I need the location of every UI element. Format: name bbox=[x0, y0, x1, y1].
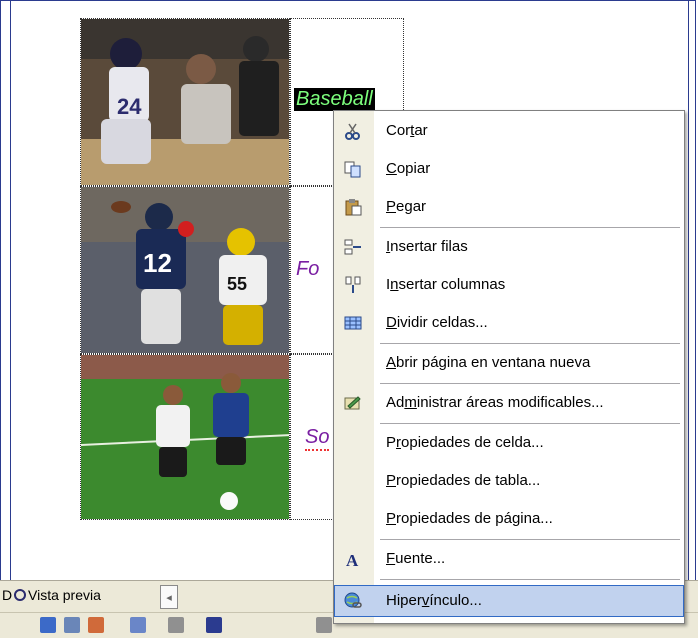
menu-item-insertar-columnas[interactable]: Insertar columnas bbox=[334, 271, 684, 299]
menu-separator bbox=[380, 579, 680, 580]
soccer-image[interactable] bbox=[80, 354, 290, 520]
toolbar-tool-icon[interactable] bbox=[40, 617, 56, 633]
football-label[interactable]: Fo bbox=[296, 258, 319, 281]
editable-areas-icon bbox=[344, 396, 361, 410]
baseball-label[interactable]: Baseball bbox=[294, 88, 375, 111]
menu-item-administrar-areas[interactable]: Administrar áreas modificables... bbox=[334, 389, 684, 417]
menu-item-propiedades-celda[interactable]: Propiedades de celda... bbox=[334, 429, 684, 457]
menu-item-label: Dividir celdas... bbox=[386, 314, 488, 331]
toolbar-tool-icon[interactable] bbox=[316, 617, 332, 633]
magnifier-icon bbox=[14, 589, 26, 601]
tab-prefix[interactable]: D bbox=[2, 587, 12, 603]
menu-item-abrir-pagina[interactable]: Abrir página en ventana nueva bbox=[334, 349, 684, 377]
menu-item-label: Insertar filas bbox=[386, 238, 468, 255]
football-image[interactable]: 12 55 bbox=[80, 186, 290, 354]
menu-separator bbox=[380, 423, 680, 424]
insert-columns-icon bbox=[345, 276, 361, 293]
menu-item-label: Propiedades de página... bbox=[386, 510, 553, 527]
toolbar-tool-icon[interactable] bbox=[168, 617, 184, 633]
paste-icon bbox=[345, 199, 362, 216]
editor-left-border bbox=[10, 0, 11, 580]
menu-separator bbox=[380, 343, 680, 344]
menu-item-label: Copiar bbox=[386, 160, 431, 177]
menu-item-label: Hipervínculo... bbox=[386, 592, 482, 609]
menu-item-hipervinculo[interactable]: Hipervínculo... bbox=[334, 585, 684, 617]
menu-item-fuente[interactable]: A Fuente... bbox=[334, 545, 684, 573]
toolbar-tool-icon[interactable] bbox=[206, 617, 222, 633]
menu-item-dividir-celdas[interactable]: Dividir celdas... bbox=[334, 309, 684, 337]
menu-item-insertar-filas[interactable]: Insertar filas bbox=[334, 233, 684, 261]
svg-text:55: 55 bbox=[227, 274, 247, 294]
menu-item-label: Abrir página en ventana nueva bbox=[386, 354, 591, 371]
svg-text:A: A bbox=[346, 551, 359, 568]
toolbar-tool-icon[interactable] bbox=[130, 617, 146, 633]
baseball-photo: 24 bbox=[81, 19, 289, 185]
context-menu: Cortar Copiar Pegar Insertar filas Inser… bbox=[333, 110, 685, 624]
tab-preview-label: Vista previa bbox=[28, 587, 101, 603]
soccer-photo bbox=[81, 355, 289, 519]
toolbar-tool-icon[interactable] bbox=[64, 617, 80, 633]
menu-item-label: Pegar bbox=[386, 198, 427, 215]
scroll-left-button[interactable]: ◂ bbox=[160, 585, 178, 609]
menu-item-cortar[interactable]: Cortar bbox=[334, 117, 684, 145]
menu-item-label: Insertar columnas bbox=[386, 276, 506, 293]
menu-item-pegar[interactable]: Pegar bbox=[334, 193, 684, 221]
menu-item-label: Fuente... bbox=[386, 550, 446, 567]
tab-preview[interactable]: Vista previa bbox=[14, 587, 101, 603]
menu-item-label: Administrar áreas modificables... bbox=[386, 394, 604, 411]
menu-item-label: Cortar bbox=[386, 122, 428, 139]
menu-separator bbox=[380, 539, 680, 540]
copy-icon bbox=[344, 161, 361, 178]
baseball-image[interactable]: 24 bbox=[80, 18, 290, 186]
font-icon: A bbox=[346, 551, 359, 568]
split-cells-icon bbox=[344, 316, 362, 330]
menu-separator bbox=[380, 383, 680, 384]
menu-item-copiar[interactable]: Copiar bbox=[334, 155, 684, 183]
insert-rows-icon bbox=[344, 239, 361, 255]
soccer-label[interactable]: So bbox=[305, 426, 330, 451]
editor-right-border bbox=[688, 0, 689, 580]
scissors-icon bbox=[345, 123, 360, 140]
football-photo: 12 55 bbox=[81, 187, 289, 353]
menu-separator bbox=[380, 227, 680, 228]
menu-item-propiedades-pagina[interactable]: Propiedades de página... bbox=[334, 505, 684, 533]
menu-item-label: Propiedades de celda... bbox=[386, 434, 544, 451]
toolbar-tool-icon[interactable] bbox=[88, 617, 104, 633]
svg-text:12: 12 bbox=[143, 248, 172, 278]
menu-item-label: Propiedades de tabla... bbox=[386, 472, 541, 489]
hyperlink-icon bbox=[344, 592, 362, 608]
menu-item-propiedades-tabla[interactable]: Propiedades de tabla... bbox=[334, 467, 684, 495]
svg-text:24: 24 bbox=[117, 94, 142, 119]
